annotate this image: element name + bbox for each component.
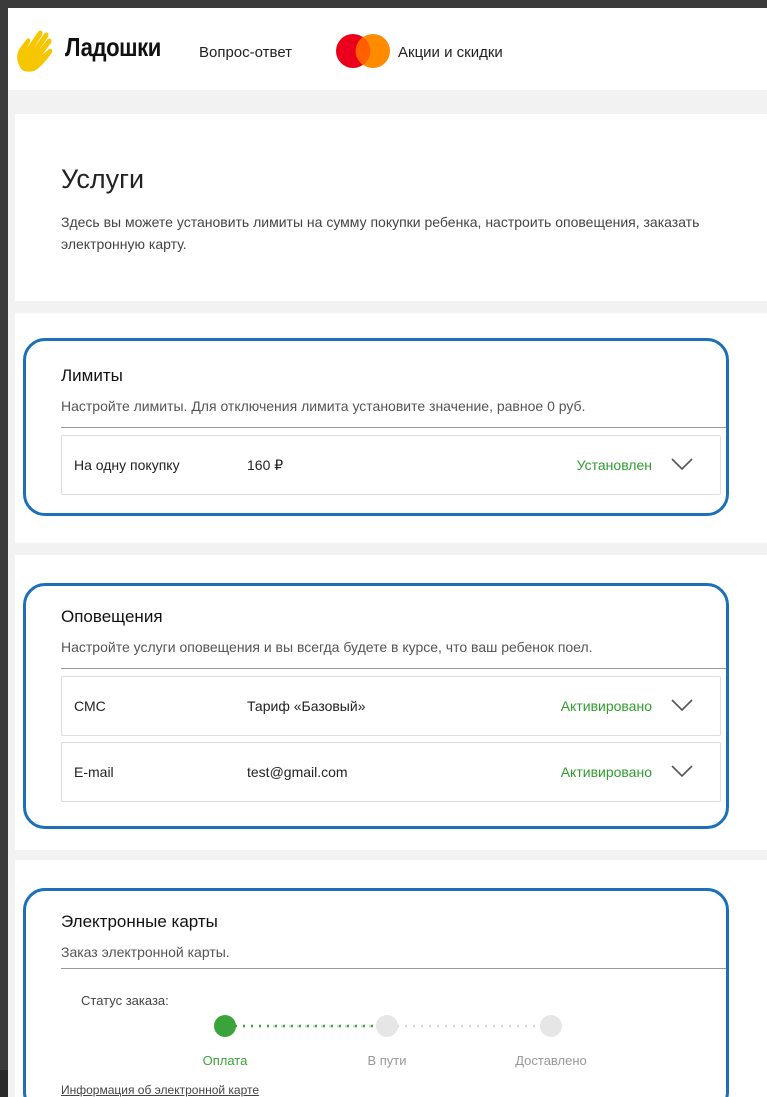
step-dot-payment <box>214 1015 236 1037</box>
status-badge: Активировано <box>560 764 652 780</box>
row-value: test@gmail.com <box>247 764 348 780</box>
nav-faq-link[interactable]: Вопрос-ответ <box>199 44 292 61</box>
notification-row-sms[interactable]: СМС Тариф «Базовый» Активировано <box>61 676 721 736</box>
nav-promo-link[interactable]: Акции и скидки <box>398 44 503 61</box>
page-description: Здесь вы можете установить лимиты на сум… <box>61 214 700 252</box>
notifications-divider <box>61 668 727 669</box>
row-value: 160 ₽ <box>247 457 284 473</box>
ecards-title: Электронные карты <box>61 912 218 931</box>
notification-row-email[interactable]: E-mail test@gmail.com Активировано <box>61 742 721 802</box>
limit-row-per-purchase[interactable]: На одну покупку 160 ₽ Установлен <box>61 435 721 495</box>
step-label-delivered: Доставлено <box>515 1053 587 1068</box>
status-badge: Активировано <box>560 698 652 714</box>
logo-text[interactable]: Ладошки <box>65 32 161 63</box>
waving-hand-icon[interactable] <box>12 26 58 72</box>
intro-card: Услуги Здесь вы можете установить лимиты… <box>15 114 767 301</box>
row-label: На одну покупку <box>74 457 180 473</box>
limits-divider <box>61 427 727 428</box>
limits-section: Лимиты Настройте лимиты. Для отключения … <box>15 313 767 543</box>
limits-title: Лимиты <box>61 366 123 385</box>
row-value: Тариф «Базовый» <box>247 698 366 714</box>
step-dot-in-transit <box>376 1015 398 1037</box>
page-frame: Ладошки Вопрос-ответ Акции и скидки Услу… <box>8 8 767 1097</box>
order-progress <box>214 1015 562 1037</box>
step-dot-delivered <box>540 1015 562 1037</box>
status-badge: Установлен <box>576 457 652 473</box>
notifications-section: Оповещения Настройте услуги оповещения и… <box>15 555 767 850</box>
notifications-description: Настройте услуги оповещения и вы всегда … <box>61 639 593 655</box>
site-header: Ладошки Вопрос-ответ Акции и скидки <box>8 8 767 90</box>
step-label-in-transit: В пути <box>367 1053 407 1068</box>
limits-description: Настройте лимиты. Для отключения лимита … <box>61 398 586 414</box>
notifications-title: Оповещения <box>61 607 163 626</box>
chevron-down-icon[interactable] <box>670 456 694 472</box>
window-edge <box>0 1070 8 1097</box>
page-title: Услуги <box>61 164 145 194</box>
chevron-down-icon[interactable] <box>670 697 694 713</box>
ecards-description: Заказ электронной карты. <box>61 944 230 960</box>
step-label-payment: Оплата <box>202 1053 248 1068</box>
ecard-info-link[interactable]: Информация об электронной карте <box>61 1083 259 1097</box>
mastercard-icon[interactable] <box>334 34 392 68</box>
row-label: E-mail <box>74 764 114 780</box>
row-label: СМС <box>74 698 106 714</box>
ecards-divider <box>61 968 727 969</box>
chevron-down-icon[interactable] <box>670 763 694 779</box>
order-status-label: Статус заказа: <box>81 993 169 1008</box>
ecards-section: Электронные карты Заказ электронной карт… <box>15 860 767 1097</box>
